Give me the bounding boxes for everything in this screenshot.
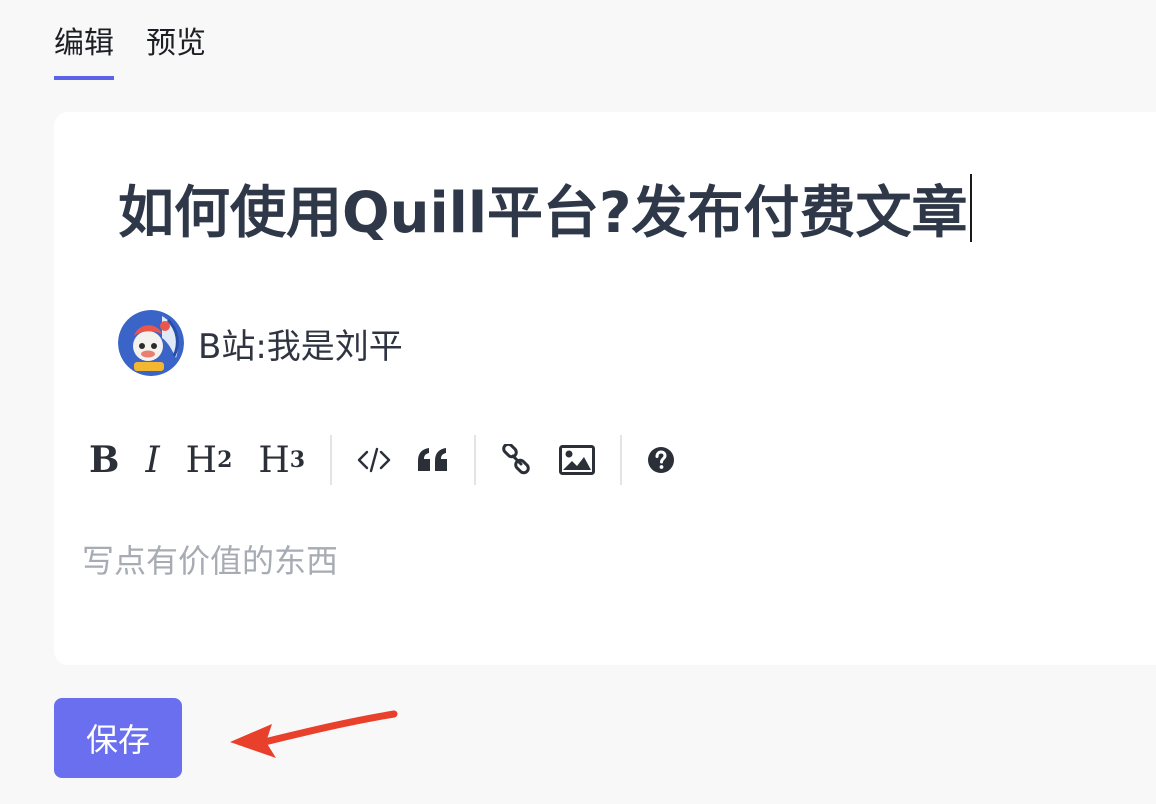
title-text: 如何使用Quill平台?发布付费文章 — [118, 181, 968, 246]
heading2-button[interactable]: H2 — [173, 435, 246, 485]
quote-icon — [418, 448, 448, 471]
code-icon — [357, 447, 391, 473]
link-button[interactable] — [488, 435, 546, 485]
text-caret — [969, 174, 972, 242]
help-icon — [648, 447, 675, 473]
help-button[interactable] — [634, 435, 688, 485]
link-icon — [502, 444, 530, 475]
italic-button[interactable]: I — [132, 435, 172, 485]
code-button[interactable] — [344, 435, 404, 485]
avatar — [118, 310, 184, 376]
heading3-sup: 3 — [289, 447, 306, 473]
editor-card: 如何使用Quill平台?发布付费文章 B站:我是刘平 B I H2 H3 写点有… — [54, 112, 1156, 665]
bold-button[interactable]: B — [76, 435, 132, 485]
tab-preview[interactable]: 预览 — [146, 22, 206, 80]
image-button[interactable] — [546, 435, 608, 485]
author-row: B站:我是刘平 — [118, 310, 403, 376]
heading3-label: H — [258, 439, 290, 481]
heading2-label: H — [185, 439, 218, 481]
heading3-button[interactable]: H3 — [245, 435, 318, 485]
author-name: B站:我是刘平 — [198, 326, 403, 367]
toolbar-divider — [474, 435, 477, 485]
editor-tabs: 编辑 预览 — [54, 22, 206, 80]
toolbar-divider — [620, 435, 623, 485]
image-icon — [559, 445, 596, 475]
save-button[interactable]: 保存 — [54, 698, 182, 778]
title-input[interactable]: 如何使用Quill平台?发布付费文章 — [118, 170, 972, 258]
toolbar-divider — [330, 435, 333, 485]
quote-button[interactable] — [404, 435, 462, 485]
format-toolbar: B I H2 H3 — [76, 430, 688, 490]
annotation-arrow — [230, 710, 398, 758]
tab-edit[interactable]: 编辑 — [54, 22, 114, 80]
body-input[interactable]: 写点有价值的东西 — [82, 536, 338, 582]
heading2-sup: 2 — [217, 447, 233, 473]
